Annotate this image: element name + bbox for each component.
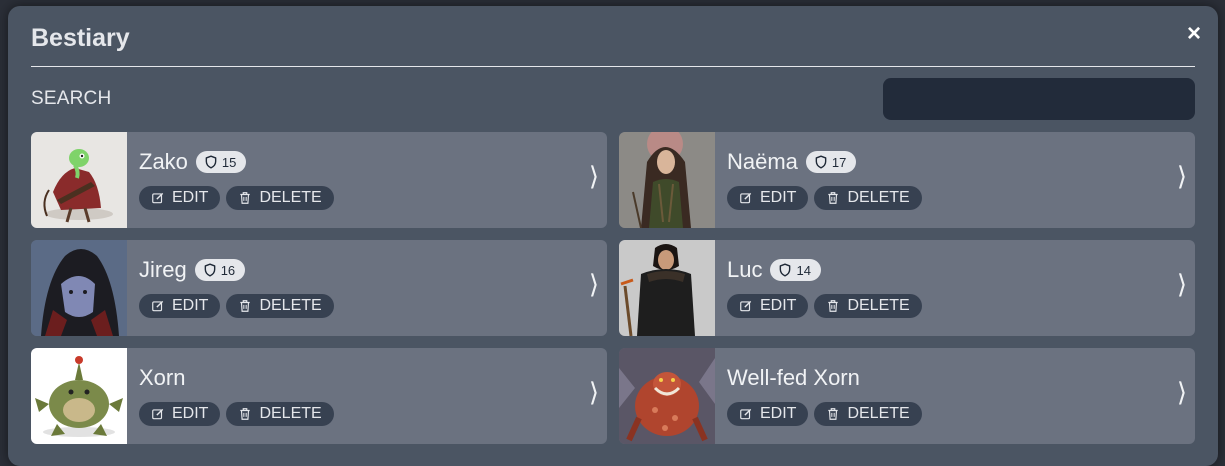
edit-label: EDIT: [760, 405, 797, 422]
shield-icon: [780, 263, 791, 277]
creature-card-zako[interactable]: Zako 15 EDIT DELETE ⟩: [31, 132, 607, 228]
delete-button[interactable]: DELETE: [814, 402, 922, 426]
edit-icon: [740, 408, 752, 420]
creature-name: Naëma: [727, 149, 798, 174]
trash-icon: [240, 192, 251, 204]
creature-name: Zako: [139, 149, 188, 174]
armor-class-badge: 15: [195, 151, 247, 173]
delete-button[interactable]: DELETE: [814, 186, 922, 210]
search-label: SEARCH: [31, 88, 112, 109]
trash-icon: [828, 408, 839, 420]
delete-label: DELETE: [259, 189, 322, 206]
creature-grid: Zako 15 EDIT DELETE ⟩ Naëma 17 EDIT DELE…: [31, 132, 1195, 444]
creature-name: Jireg: [139, 257, 187, 282]
delete-label: DELETE: [259, 405, 322, 422]
delete-label: DELETE: [847, 405, 910, 422]
chevron-right-icon[interactable]: ⟩: [589, 162, 599, 192]
creature-card-xorn[interactable]: Xorn EDIT DELETE ⟩: [31, 348, 607, 444]
edit-icon: [152, 192, 164, 204]
armor-class-badge: 17: [805, 151, 857, 173]
edit-icon: [152, 300, 164, 312]
creature-card-luc[interactable]: Luc 14 EDIT DELETE ⟩: [619, 240, 1195, 336]
creature-card-well-fed-xorn[interactable]: Well-fed Xorn EDIT DELETE ⟩: [619, 348, 1195, 444]
trash-icon: [828, 192, 839, 204]
chevron-right-icon[interactable]: ⟩: [589, 378, 599, 408]
creature-name: Xorn: [139, 365, 186, 390]
delete-label: DELETE: [259, 297, 322, 314]
bestiary-modal: Bestiary × SEARCH Zako 15 EDIT DELETE ⟩ …: [8, 6, 1218, 466]
edit-icon: [152, 408, 164, 420]
edit-label: EDIT: [172, 189, 209, 206]
edit-button[interactable]: EDIT: [139, 294, 221, 318]
armor-class-badge: 16: [194, 259, 246, 281]
edit-button[interactable]: EDIT: [727, 186, 809, 210]
trash-icon: [240, 300, 251, 312]
armor-class-value: 17: [831, 154, 847, 170]
edit-button[interactable]: EDIT: [727, 402, 809, 426]
shield-icon: [205, 155, 217, 169]
delete-button[interactable]: DELETE: [814, 294, 922, 318]
armor-class-badge: 14: [770, 259, 821, 281]
edit-button[interactable]: EDIT: [139, 186, 221, 210]
edit-label: EDIT: [172, 405, 209, 422]
trash-icon: [240, 408, 251, 420]
chevron-right-icon[interactable]: ⟩: [1177, 270, 1187, 300]
delete-button[interactable]: DELETE: [226, 294, 334, 318]
edit-icon: [740, 300, 752, 312]
edit-label: EDIT: [760, 297, 797, 314]
creature-name: Luc: [727, 257, 763, 282]
shield-icon: [204, 263, 216, 277]
edit-button[interactable]: EDIT: [727, 294, 809, 318]
armor-class-value: 16: [220, 262, 236, 278]
modal-title: Bestiary: [31, 24, 130, 52]
edit-label: EDIT: [760, 189, 797, 206]
creature-portrait-luc: [619, 240, 715, 336]
creature-portrait-well-fed-xorn: [619, 348, 715, 444]
search-input[interactable]: [883, 78, 1195, 120]
chevron-right-icon[interactable]: ⟩: [1177, 378, 1187, 408]
shield-icon: [815, 155, 827, 169]
creature-portrait-naema: [619, 132, 715, 228]
chevron-right-icon[interactable]: ⟩: [1177, 162, 1187, 192]
creature-portrait-xorn: [31, 348, 127, 444]
delete-button[interactable]: DELETE: [226, 186, 334, 210]
delete-button[interactable]: DELETE: [226, 402, 334, 426]
trash-icon: [828, 300, 839, 312]
creature-name: Well-fed Xorn: [727, 365, 860, 390]
modal-header: Bestiary ×: [31, 6, 1201, 67]
delete-label: DELETE: [847, 189, 910, 206]
edit-button[interactable]: EDIT: [139, 402, 221, 426]
armor-class-value: 14: [796, 262, 811, 278]
armor-class-value: 15: [221, 154, 237, 170]
edit-label: EDIT: [172, 297, 209, 314]
creature-card-naema[interactable]: Naëma 17 EDIT DELETE ⟩: [619, 132, 1195, 228]
close-icon[interactable]: ×: [1181, 21, 1207, 47]
chevron-right-icon[interactable]: ⟩: [589, 270, 599, 300]
edit-icon: [740, 192, 752, 204]
creature-portrait-jireg: [31, 240, 127, 336]
creature-card-jireg[interactable]: Jireg 16 EDIT DELETE ⟩: [31, 240, 607, 336]
delete-label: DELETE: [847, 297, 910, 314]
creature-portrait-zako: [31, 132, 127, 228]
